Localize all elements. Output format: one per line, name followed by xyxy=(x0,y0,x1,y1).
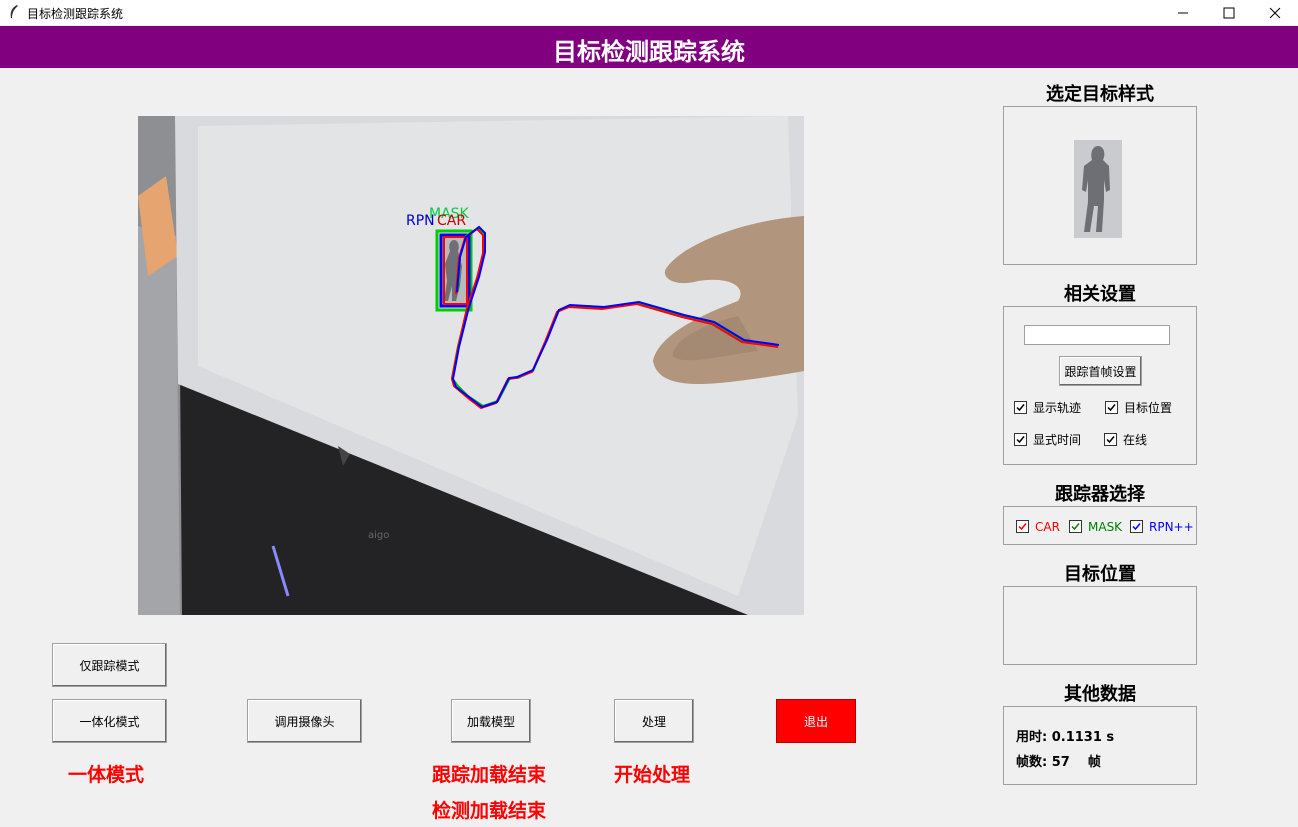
track-load-status: 跟踪加载结束 xyxy=(432,764,547,786)
online-checkbox[interactable]: 在线 xyxy=(1104,432,1147,448)
track-only-mode-button[interactable]: 仅跟踪模式 xyxy=(52,643,167,687)
rpn-label: RPN xyxy=(406,213,435,229)
check-icon xyxy=(1132,523,1141,531)
target-position-checkbox[interactable]: 目标位置 xyxy=(1105,400,1172,416)
maximize-icon xyxy=(1223,7,1235,19)
exit-button[interactable]: 退出 xyxy=(776,699,856,743)
minimize-button[interactable] xyxy=(1160,0,1206,25)
elapsed-time-text: 用时: 0.1131 s xyxy=(1016,730,1115,745)
window-title: 目标检测跟踪系统 xyxy=(27,7,124,21)
settings-panel: 跟踪首帧设置 显示轨迹 目标位置 显式时间 在线 xyxy=(1003,306,1197,465)
process-status: 开始处理 xyxy=(614,764,691,786)
check-icon xyxy=(1107,404,1116,412)
target-thumbnail-image xyxy=(1074,140,1122,238)
svg-text:aigo: aigo xyxy=(368,530,389,541)
camera-frame-image: aigo MASK RPN CAR xyxy=(138,116,804,615)
car-tracker-checkbox[interactable]: CAR xyxy=(1016,519,1060,535)
settings-title: 相关设置 xyxy=(1064,284,1136,305)
check-icon xyxy=(1016,436,1025,444)
detect-load-status: 检测加载结束 xyxy=(432,800,547,822)
frame-count-text: 帧数: 57 帧 xyxy=(1016,755,1101,770)
target-sample-title: 选定目标样式 xyxy=(1046,84,1154,105)
page-title: 目标检测跟踪系统 xyxy=(553,38,745,66)
tracker-selection-panel: CAR MASK RPN++ xyxy=(1003,506,1197,545)
close-icon xyxy=(1269,7,1281,19)
target-position-title: 目标位置 xyxy=(1064,564,1136,585)
show-trajectory-checkbox[interactable]: 显示轨迹 xyxy=(1014,400,1081,416)
online-label: 在线 xyxy=(1123,433,1148,447)
check-icon xyxy=(1106,436,1115,444)
rpn-tracker-label: RPN++ xyxy=(1149,520,1194,534)
close-window-button[interactable] xyxy=(1252,0,1298,25)
other-data-panel: 用时: 0.1131 s 帧数: 57 帧 xyxy=(1003,706,1197,785)
other-data-title: 其他数据 xyxy=(1064,684,1136,705)
check-icon xyxy=(1018,523,1027,531)
target-position-label: 目标位置 xyxy=(1124,401,1173,415)
show-trajectory-label: 显示轨迹 xyxy=(1033,401,1082,415)
mode-status: 一体模式 xyxy=(68,764,145,786)
car-tracker-label: CAR xyxy=(1035,520,1060,534)
load-model-button[interactable]: 加载模型 xyxy=(451,699,531,743)
process-button[interactable]: 处理 xyxy=(614,699,694,743)
rpn-tracker-checkbox[interactable]: RPN++ xyxy=(1130,519,1194,535)
minimize-icon xyxy=(1178,12,1188,14)
check-icon xyxy=(1016,404,1025,412)
settings-input[interactable] xyxy=(1024,325,1170,345)
first-frame-settings-button[interactable]: 跟踪首帧设置 xyxy=(1059,356,1142,386)
car-label: CAR xyxy=(437,213,466,229)
integrated-mode-button[interactable]: 一体化模式 xyxy=(52,699,167,743)
target-sample-panel xyxy=(1003,106,1197,265)
show-time-label: 显式时间 xyxy=(1033,433,1082,447)
show-time-checkbox[interactable]: 显式时间 xyxy=(1014,432,1081,448)
header-banner: 目标检测跟踪系统 xyxy=(0,26,1298,68)
mask-tracker-label: MASK xyxy=(1088,520,1123,534)
open-camera-button[interactable]: 调用摄像头 xyxy=(247,699,362,743)
maximize-button[interactable] xyxy=(1206,0,1252,25)
tracker-selection-title: 跟踪器选择 xyxy=(1055,484,1145,505)
window-titlebar: 目标检测跟踪系统 xyxy=(0,0,1298,25)
video-frame: aigo MASK RPN CAR xyxy=(138,116,804,615)
check-icon xyxy=(1071,523,1080,531)
mask-tracker-checkbox[interactable]: MASK xyxy=(1069,519,1122,535)
feather-icon xyxy=(10,5,18,18)
target-position-panel xyxy=(1003,586,1197,665)
